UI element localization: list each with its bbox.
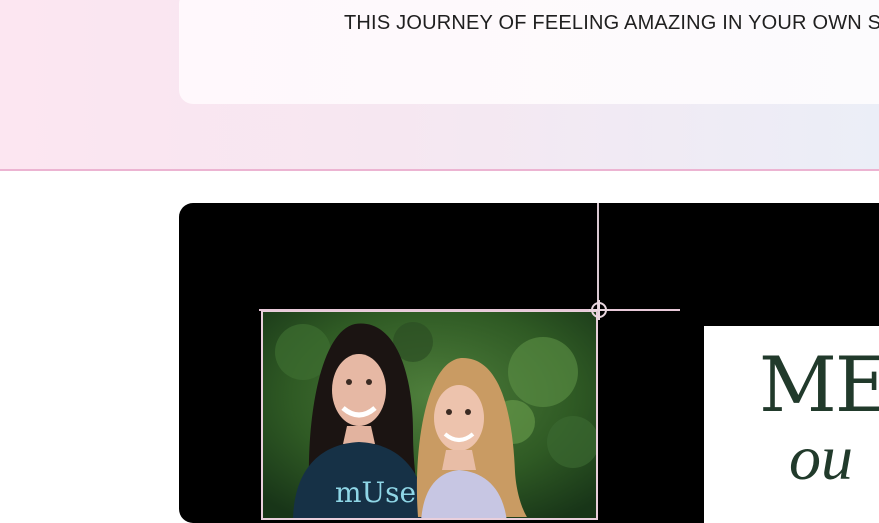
guide-line-vertical (597, 203, 599, 313)
script-text: ou (789, 422, 853, 493)
hero-tagline: THIS JOURNEY OF FEELING AMAZING IN YOUR … (344, 12, 879, 34)
media-banner: mUse MER ou (179, 203, 879, 523)
photo-two-women-icon: mUse (263, 312, 596, 518)
title-panel: MER ou (704, 326, 879, 523)
hero-section: THIS JOURNEY OF FEELING AMAZING IN YOUR … (0, 0, 879, 171)
title-text: MER (759, 340, 879, 429)
guide-line-horizontal (259, 309, 680, 311)
photo-two-women: mUse (261, 310, 598, 520)
svg-text:mUse: mUse (335, 476, 416, 509)
crosshair-icon (589, 300, 609, 320)
